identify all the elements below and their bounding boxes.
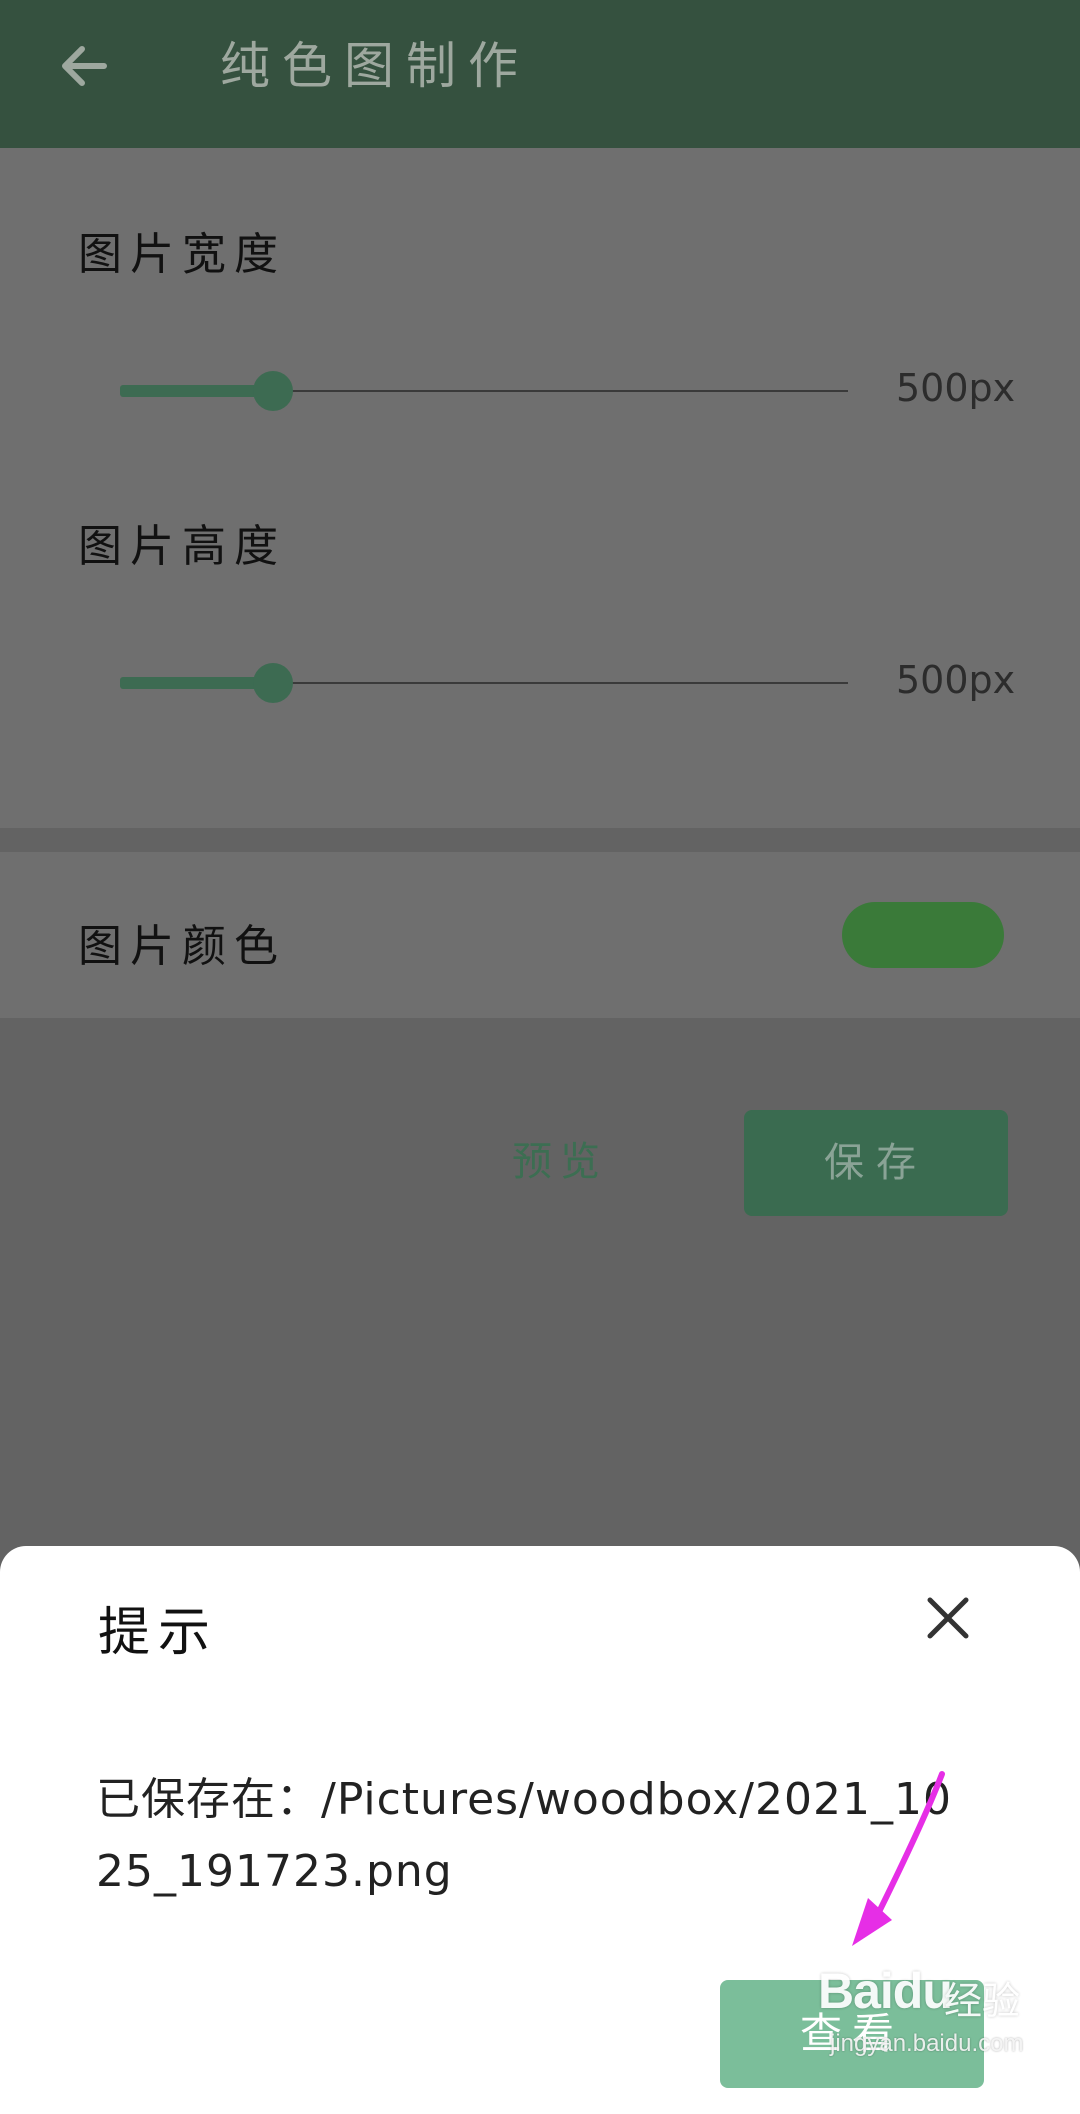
close-icon [927,1597,969,1639]
page-title: 纯色图制作 [220,37,530,95]
slider-fill [120,677,273,689]
dialog-message: 已保存在：/Pictures/woodbox/2021_1025_191723.… [96,1774,952,1897]
dialog-title: 提示 [98,1603,219,1663]
watermark-brand: Baidu [818,1963,953,2019]
back-button[interactable] [48,30,120,102]
width-value: 500px [896,366,1016,410]
watermark-suffix: 经验 [944,1979,1021,2023]
slider-fill [120,385,273,397]
app-bar: 纯色图制作 [0,0,1080,148]
preview-button[interactable]: 预览 [470,1112,650,1212]
save-button[interactable]: 保存 [744,1110,1008,1216]
slider-thumb[interactable] [252,371,293,411]
watermark-url: jingyan.baidu.com [830,2030,1024,2057]
width-slider[interactable] [120,371,848,411]
baidu-jingyan-watermark: Baidu 经验 jingyan.baidu.com [818,1958,1028,2068]
annotation-arrow-icon [852,1771,945,1946]
height-value: 500px [896,658,1016,702]
arrow-left-icon [62,46,107,86]
dialog-close-button[interactable] [916,1586,980,1650]
height-label: 图片高度 [78,521,286,572]
color-swatch[interactable] [842,902,1004,968]
slider-thumb[interactable] [252,663,293,703]
height-slider[interactable] [120,663,848,703]
size-settings-card: 图片宽度 500px 图片高度 500px [0,148,1080,828]
width-label: 图片宽度 [78,229,286,280]
color-label: 图片颜色 [78,921,286,972]
